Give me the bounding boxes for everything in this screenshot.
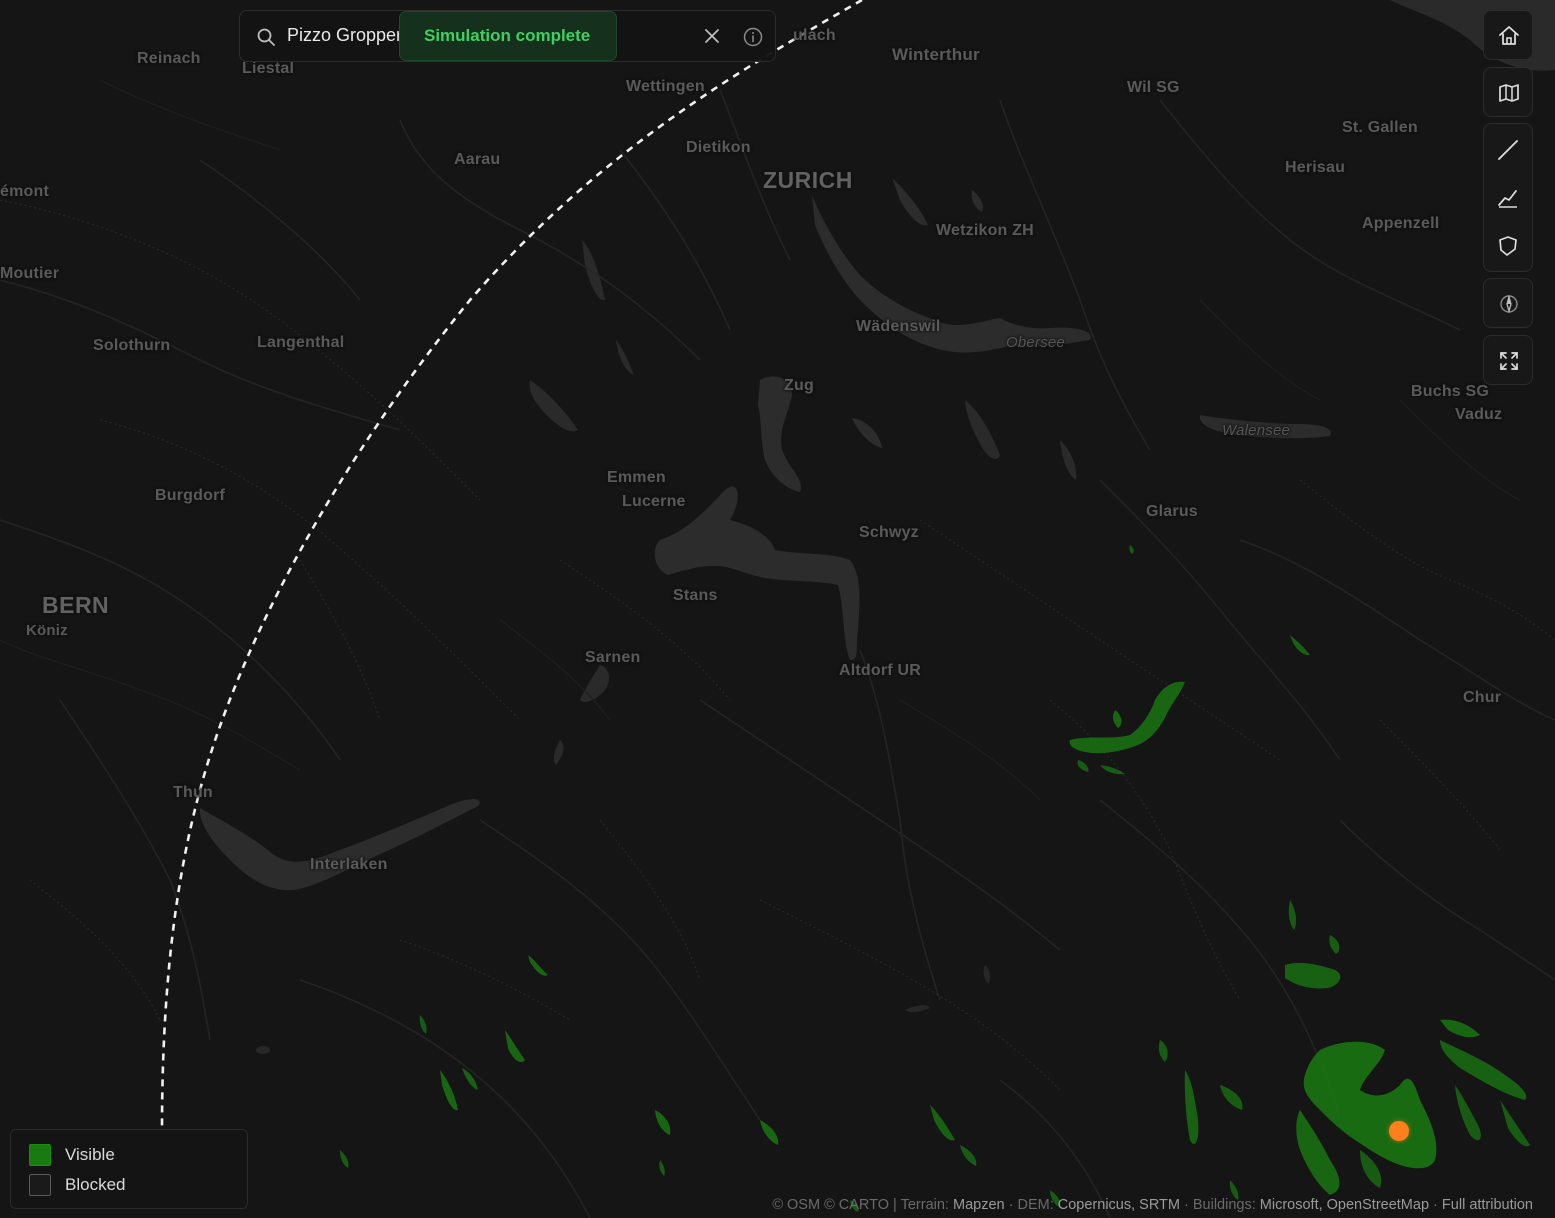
map-attribution: © OSM © CARTO | Terrain: Mapzen · DEM: C… xyxy=(772,1197,1533,1213)
compass-button[interactable] xyxy=(1483,278,1533,328)
place-label: Winterthur xyxy=(892,45,980,64)
lake-pfaeffikersee xyxy=(971,190,983,212)
attribution-dem-label: DEM: xyxy=(1017,1197,1054,1213)
place-label: Burgdorf xyxy=(155,487,226,504)
attribution-dem-link[interactable]: Copernicus, SRTM xyxy=(1058,1197,1180,1213)
compass-icon xyxy=(1500,294,1518,314)
full-attribution-link[interactable]: Full attribution xyxy=(1442,1197,1533,1213)
place-label: Schwyz xyxy=(859,524,919,541)
place-label: émont xyxy=(0,183,49,200)
fullscreen-icon xyxy=(1500,352,1518,370)
ruler-icon xyxy=(1498,140,1518,160)
search-icon xyxy=(257,28,275,46)
viewshed-visible-areas xyxy=(340,545,1530,1212)
place-label: ulach xyxy=(793,27,836,44)
place-label: Interlaken xyxy=(310,856,388,873)
place-label: Lucerne xyxy=(622,493,686,510)
lake-thun-brienz xyxy=(199,799,480,891)
attribution-osm-carto[interactable]: © OSM © CARTO | xyxy=(772,1197,897,1213)
place-label: Wil SG xyxy=(1127,79,1180,96)
place-label: Wetzikon ZH xyxy=(936,222,1034,239)
place-label: Thun xyxy=(173,784,213,801)
place-label: Aarau xyxy=(454,151,501,168)
home-button[interactable] xyxy=(1483,10,1533,60)
place-label: Stans xyxy=(673,587,718,604)
lake-greifensee xyxy=(892,178,928,226)
close-icon[interactable] xyxy=(702,26,722,46)
search-input[interactable]: Pizzo Groppera xyxy=(287,25,412,46)
attribution-buildings-label: Buildings: xyxy=(1192,1197,1256,1213)
place-label: Chur xyxy=(1463,689,1502,706)
legend-label: Visible xyxy=(65,1145,115,1164)
place-label: Appenzell xyxy=(1362,215,1440,232)
place-label: Emmen xyxy=(607,469,666,486)
elevation-profile-icon xyxy=(1498,190,1517,208)
place-label: Wädenswil xyxy=(856,318,941,335)
polygon-icon xyxy=(1499,236,1517,256)
legend-swatch-blocked xyxy=(29,1174,51,1196)
attribution-buildings-link[interactable]: Microsoft, OpenStreetMap xyxy=(1260,1197,1429,1213)
place-label: Vaduz xyxy=(1455,406,1503,423)
simulation-status-toast: Simulation complete xyxy=(399,11,617,61)
basemap-button[interactable] xyxy=(1483,67,1533,117)
place-label: Köniz xyxy=(26,622,68,639)
place-label: Altdorf UR xyxy=(839,662,921,679)
draw-polygon-button[interactable] xyxy=(1484,222,1532,271)
place-label: Walensee xyxy=(1222,422,1291,439)
place-label: Glarus xyxy=(1146,503,1198,520)
place-label: Langenthal xyxy=(257,334,345,351)
legend-swatch-visible xyxy=(29,1144,51,1166)
place-label: Zug xyxy=(784,377,814,394)
place-label: Moutier xyxy=(0,265,60,282)
legend-label: Blocked xyxy=(65,1175,126,1194)
place-label: Buchs SG xyxy=(1411,383,1490,400)
viewshed-legend: Visible Blocked xyxy=(10,1129,248,1209)
measure-distance-button[interactable] xyxy=(1484,126,1532,175)
map-canvas[interactable]: Reinach Liestal Wettingen Winterthur Wil… xyxy=(0,0,1555,1218)
measure-tools-group xyxy=(1483,123,1533,272)
location-search-bar: Pizzo Groppera Simulation complete xyxy=(239,10,776,62)
home-icon xyxy=(1499,26,1519,45)
place-label: ZURICH xyxy=(763,167,853,193)
place-label: Reinach xyxy=(137,50,201,67)
attribution-terrain-label: Terrain: xyxy=(900,1197,949,1213)
map-icon xyxy=(1499,84,1519,102)
place-label: St. Gallen xyxy=(1342,119,1418,136)
lake-lucerne xyxy=(654,486,860,660)
place-label: Wettingen xyxy=(626,78,705,95)
lake-zurich xyxy=(812,195,1091,353)
place-label: Dietikon xyxy=(686,139,751,156)
info-icon[interactable] xyxy=(742,26,764,48)
place-label: Obersee xyxy=(1006,334,1065,351)
place-label: Solothurn xyxy=(93,337,171,354)
observer-point[interactable] xyxy=(1389,1121,1409,1141)
place-label: BERN xyxy=(42,592,110,618)
elevation-profile-button[interactable] xyxy=(1484,174,1532,223)
attribution-terrain-link[interactable]: Mapzen xyxy=(953,1197,1005,1213)
place-label: Herisau xyxy=(1285,159,1346,176)
place-label: Sarnen xyxy=(585,649,641,666)
fullscreen-button[interactable] xyxy=(1483,335,1533,385)
place-label: Liestal xyxy=(242,60,295,77)
